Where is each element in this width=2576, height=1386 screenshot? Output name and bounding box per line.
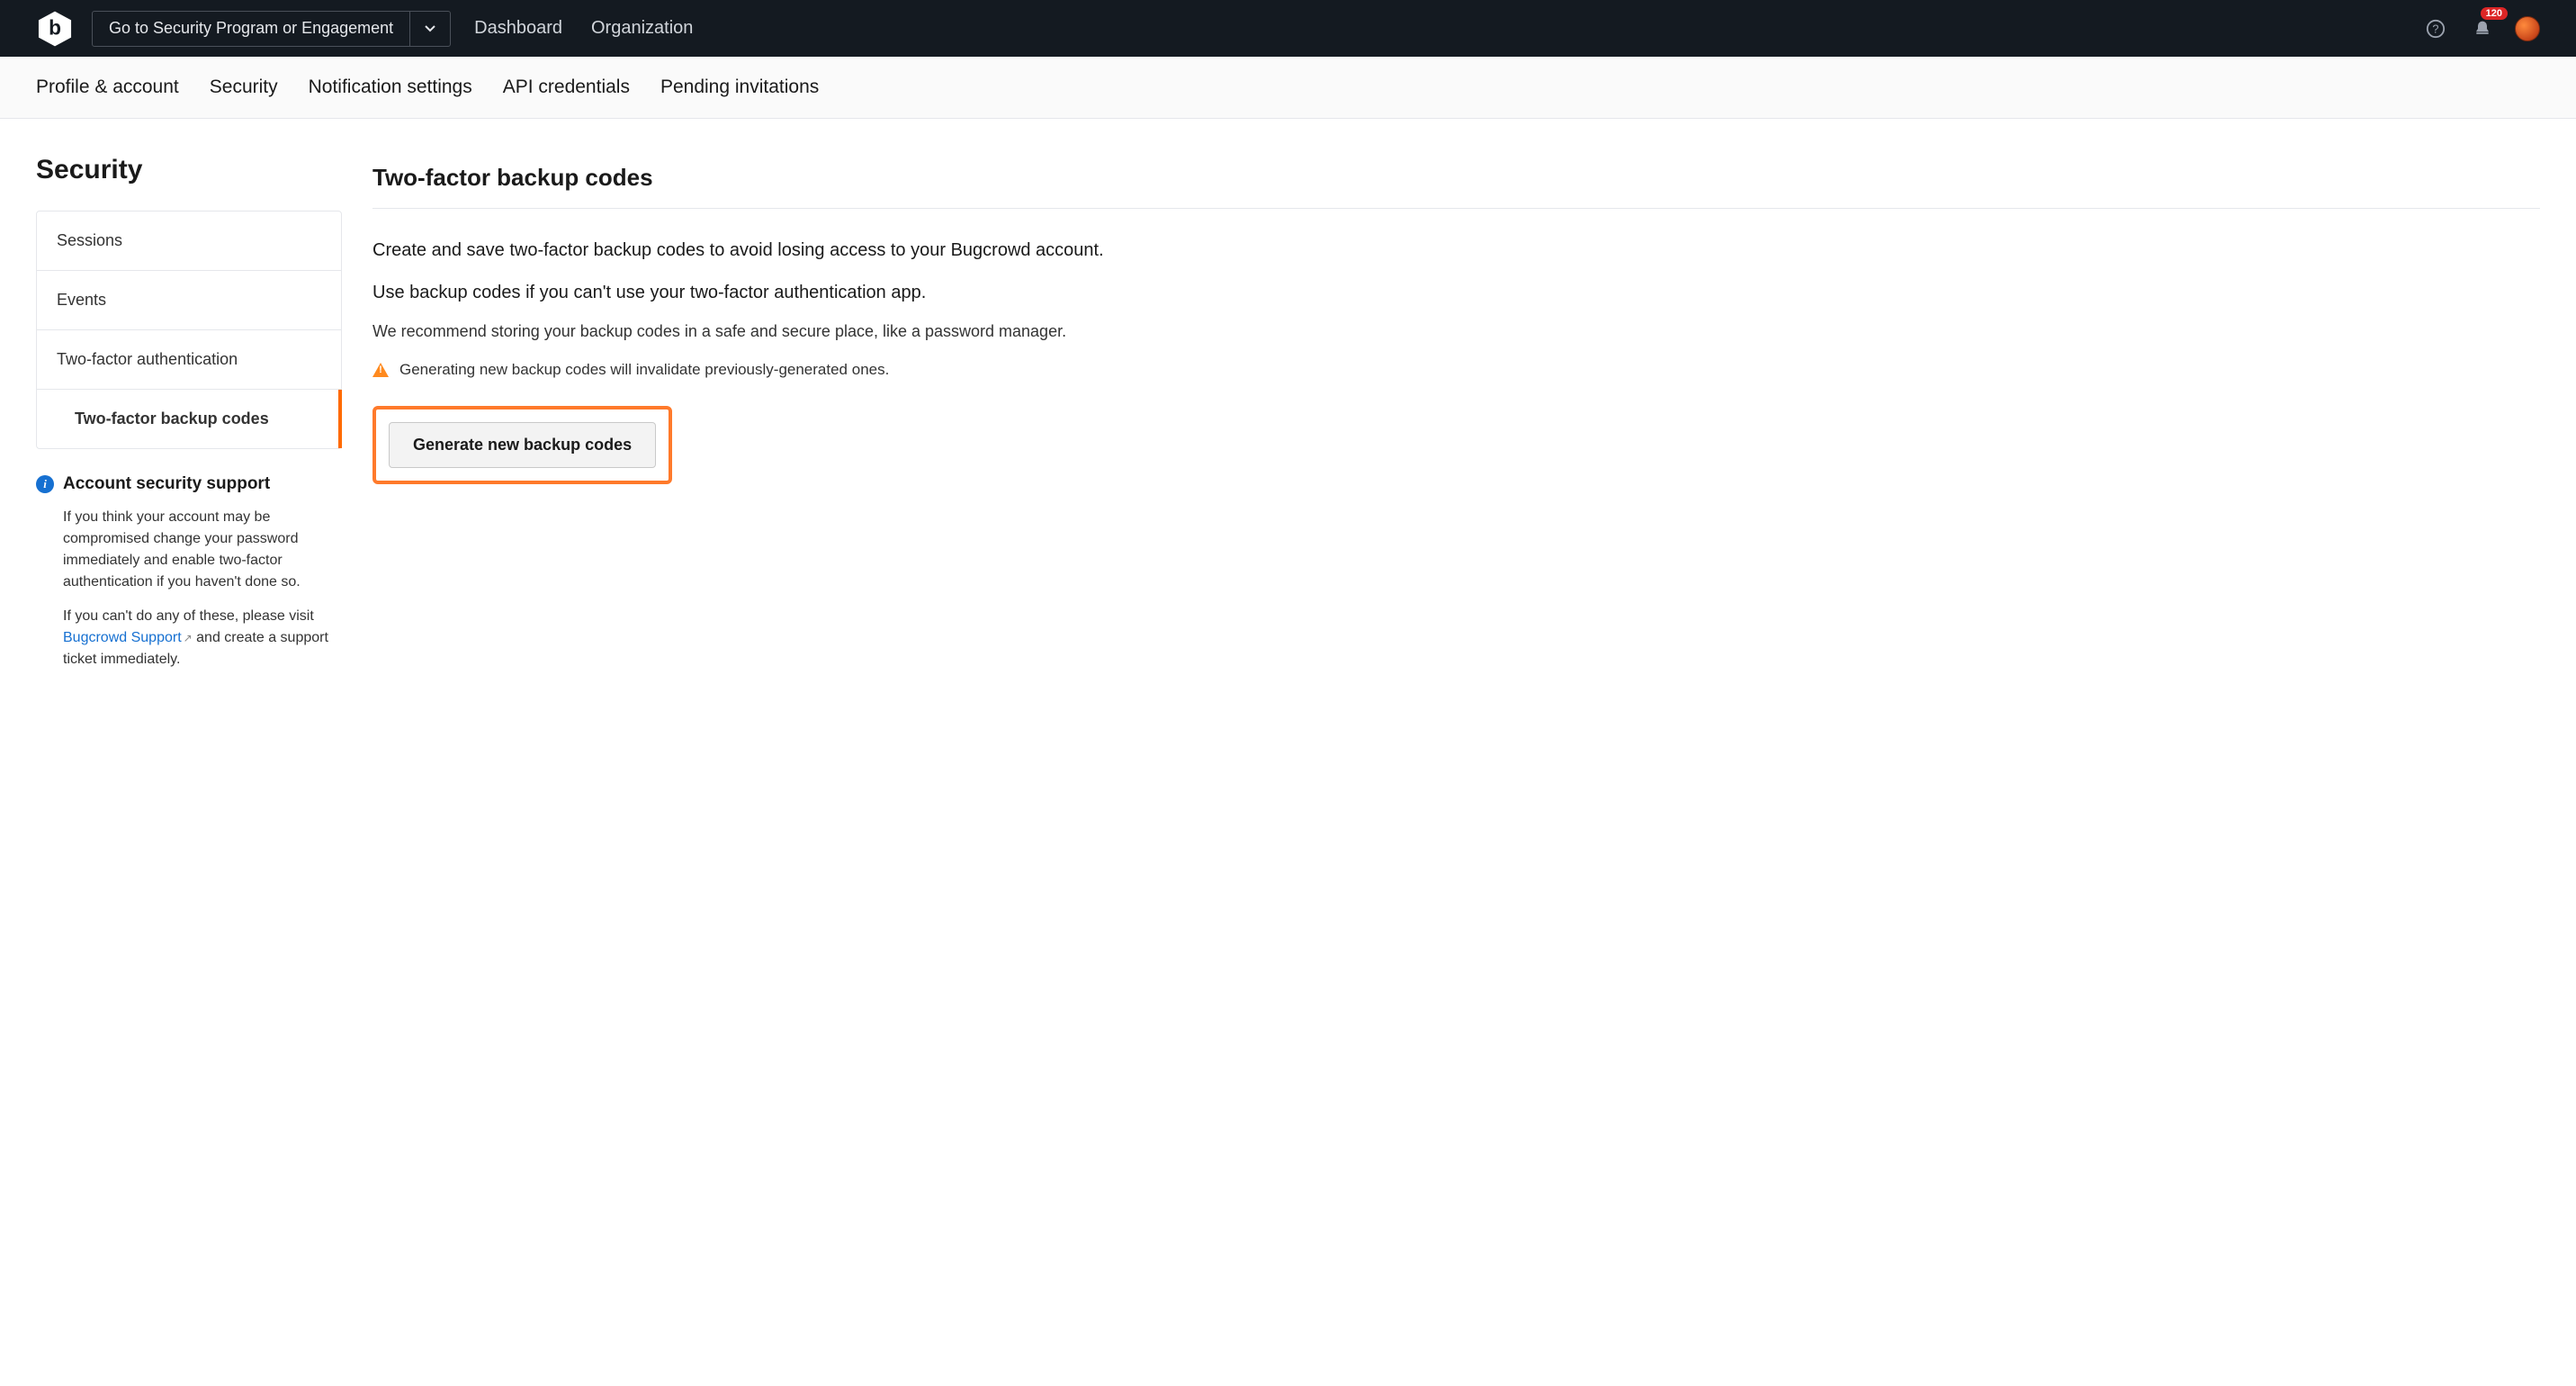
svg-text:b: b bbox=[49, 15, 61, 39]
program-dropdown-label: Go to Security Program or Engagement bbox=[93, 19, 409, 38]
chevron-down-icon[interactable] bbox=[410, 25, 450, 32]
intro-text-3: We recommend storing your backup codes i… bbox=[372, 322, 2540, 341]
intro-text-2: Use backup codes if you can't use your t… bbox=[372, 280, 2540, 306]
support-text-2-pre: If you can't do any of these, please vis… bbox=[63, 608, 314, 624]
highlight-frame: Generate new backup codes bbox=[372, 406, 672, 484]
notification-count-badge: 120 bbox=[2481, 7, 2508, 20]
section-heading: Two-factor backup codes bbox=[372, 164, 2540, 209]
external-link-icon: ↗ bbox=[184, 632, 193, 644]
support-text-1: If you think your account may be comprom… bbox=[63, 507, 342, 593]
sidebar-item-events[interactable]: Events bbox=[37, 271, 341, 330]
subnav-profile-account[interactable]: Profile & account bbox=[36, 57, 179, 118]
support-text-2: If you can't do any of these, please vis… bbox=[63, 606, 342, 670]
settings-subnav: Profile & account Security Notification … bbox=[0, 57, 2576, 119]
nav-organization[interactable]: Organization bbox=[586, 18, 698, 39]
subnav-notification-settings[interactable]: Notification settings bbox=[309, 57, 472, 118]
support-title: Account security support bbox=[63, 474, 270, 494]
help-icon[interactable]: ? bbox=[2421, 14, 2450, 43]
sidebar-item-two-factor-auth[interactable]: Two-factor authentication bbox=[37, 330, 341, 390]
security-side-menu: Sessions Events Two-factor authenticatio… bbox=[36, 211, 342, 449]
warning-text: Generating new backup codes will invalid… bbox=[399, 361, 889, 379]
sidebar-item-sessions[interactable]: Sessions bbox=[37, 212, 341, 271]
nav-dashboard[interactable]: Dashboard bbox=[469, 18, 568, 39]
top-nav-bar: b Go to Security Program or Engagement D… bbox=[0, 0, 2576, 57]
subnav-api-credentials[interactable]: API credentials bbox=[503, 57, 630, 118]
page-title: Security bbox=[36, 155, 342, 185]
avatar[interactable] bbox=[2515, 16, 2540, 41]
generate-backup-codes-button[interactable]: Generate new backup codes bbox=[389, 422, 656, 468]
sidebar-item-backup-codes[interactable]: Two-factor backup codes bbox=[37, 390, 341, 448]
subnav-pending-invitations[interactable]: Pending invitations bbox=[660, 57, 819, 118]
warning-icon bbox=[372, 363, 389, 377]
intro-text-1: Create and save two-factor backup codes … bbox=[372, 238, 2540, 264]
logo-icon[interactable]: b bbox=[36, 10, 74, 48]
info-icon: i bbox=[36, 475, 54, 493]
notifications-button[interactable]: 120 bbox=[2468, 14, 2497, 43]
bugcrowd-support-link[interactable]: Bugcrowd Support bbox=[63, 630, 182, 645]
support-callout: i Account security support If you think … bbox=[36, 474, 342, 670]
program-dropdown[interactable]: Go to Security Program or Engagement bbox=[92, 11, 451, 47]
warning-row: Generating new backup codes will invalid… bbox=[372, 361, 2540, 379]
page-body: Security Sessions Events Two-factor auth… bbox=[0, 119, 2576, 719]
svg-text:?: ? bbox=[2432, 22, 2438, 35]
subnav-security[interactable]: Security bbox=[210, 57, 278, 118]
main-content: Two-factor backup codes Create and save … bbox=[372, 155, 2540, 484]
